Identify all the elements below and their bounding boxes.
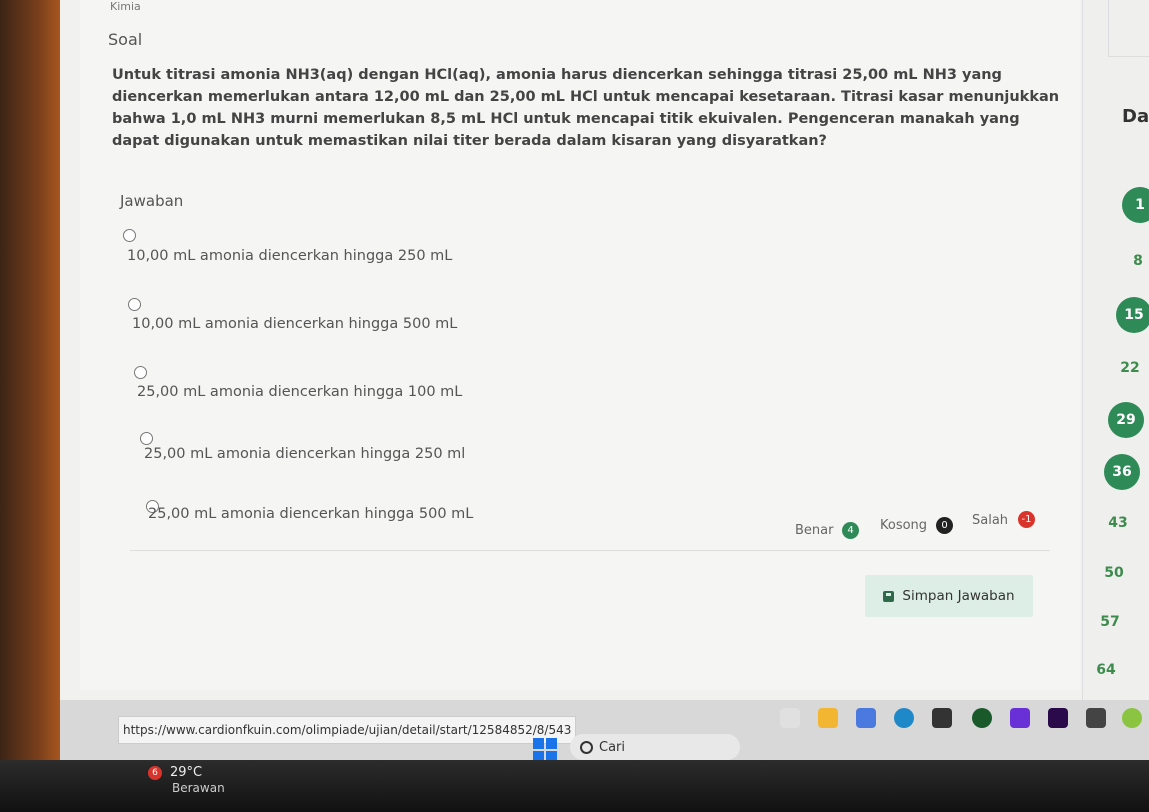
kosong-count-badge: 0 xyxy=(936,517,953,534)
save-answer-button[interactable]: Simpan Jawaban xyxy=(865,575,1033,617)
divider xyxy=(130,550,1050,551)
nav-question-36[interactable]: 36 xyxy=(1104,454,1140,490)
nav-question-57[interactable]: 57 xyxy=(1092,604,1128,640)
edge-icon[interactable] xyxy=(894,708,914,728)
option-radio-3[interactable] xyxy=(134,366,147,379)
nav-question-43[interactable]: 43 xyxy=(1100,505,1136,541)
weather-description[interactable]: Berawan xyxy=(172,781,225,795)
status-url: https://www.cardionfkuin.com/olimpiade/u… xyxy=(118,716,577,744)
nav-question-22[interactable]: 22 xyxy=(1112,350,1148,386)
weather-temperature[interactable]: 29°C xyxy=(170,765,202,780)
kosong-label: Kosong xyxy=(880,518,928,533)
option-text-1[interactable]: 10,00 mL amonia diencerkan hingga 250 mL xyxy=(127,248,452,264)
question-nav-panel xyxy=(1082,0,1149,700)
copilot-icon[interactable] xyxy=(856,708,876,728)
taskbar-search[interactable]: Cari xyxy=(570,734,740,760)
app-icon[interactable] xyxy=(1086,708,1106,728)
nav-question-50[interactable]: 50 xyxy=(1096,555,1132,591)
subject-label: Kimia xyxy=(110,0,141,13)
section-title: Soal xyxy=(108,30,143,49)
store-icon[interactable] xyxy=(932,708,952,728)
nav-question-15[interactable]: 15 xyxy=(1116,297,1149,333)
windows-start-icon[interactable] xyxy=(533,738,557,762)
search-icon xyxy=(580,740,593,754)
taskbar-search-label: Cari xyxy=(599,739,625,755)
option-radio-2[interactable] xyxy=(128,298,141,311)
benar-label: Benar xyxy=(795,523,834,538)
floppy-disk-icon xyxy=(883,590,895,602)
file-explorer-icon[interactable] xyxy=(780,708,800,728)
nav-panel-heading: Da xyxy=(1122,106,1149,127)
salah-label: Salah xyxy=(972,513,1009,528)
chrome-icon[interactable] xyxy=(1122,708,1142,728)
premiere-icon[interactable] xyxy=(1048,708,1068,728)
option-radio-1[interactable] xyxy=(123,229,136,242)
save-answer-label: Simpan Jawaban xyxy=(902,588,1015,604)
benar-count-badge: 4 xyxy=(842,522,859,539)
answer-label: Jawaban xyxy=(120,192,184,210)
option-text-3[interactable]: 25,00 mL amonia diencerkan hingga 100 mL xyxy=(137,384,462,400)
option-radio-4[interactable] xyxy=(140,432,153,445)
option-text-2[interactable]: 10,00 mL amonia diencerkan hingga 500 mL xyxy=(132,316,457,332)
xbox-icon[interactable] xyxy=(972,708,992,728)
side-panel-box xyxy=(1108,0,1149,57)
nav-question-29[interactable]: 29 xyxy=(1108,402,1144,438)
salah-count-badge: -1 xyxy=(1018,511,1035,528)
nav-question-8[interactable]: 8 xyxy=(1120,243,1149,279)
weather-badge: 6 xyxy=(148,766,162,780)
question-text: Untuk titrasi amonia NH3(aq) dengan HCl(… xyxy=(112,67,1060,149)
option-text-5[interactable]: 25,00 mL amonia diencerkan hingga 500 mL xyxy=(148,506,473,522)
folder-icon[interactable] xyxy=(818,708,838,728)
instagram-icon[interactable] xyxy=(1010,708,1030,728)
option-text-4[interactable]: 25,00 mL amonia diencerkan hingga 250 ml xyxy=(144,446,465,462)
nav-question-64[interactable]: 64 xyxy=(1088,652,1124,688)
